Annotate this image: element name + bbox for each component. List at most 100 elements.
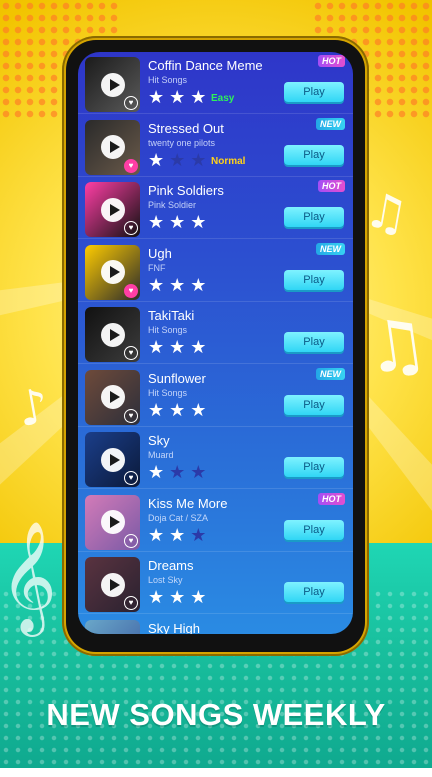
heart-icon[interactable]: ♥ [124, 533, 138, 548]
star-icon: ★ [148, 399, 165, 421]
play-button[interactable]: Play [284, 332, 344, 352]
song-row[interactable]: ♥ Sunflower Hit Songs ★ ★ ★ NEW Play [78, 365, 353, 427]
song-title: Dreams [148, 558, 194, 573]
difficulty-label: Normal [211, 155, 246, 167]
album-art[interactable] [85, 619, 140, 634]
star-icon: ★ [169, 337, 186, 358]
album-art[interactable]: ♥ [85, 557, 140, 612]
heart-icon[interactable]: ♥ [124, 96, 138, 110]
song-row[interactable]: Sky High [78, 615, 353, 634]
song-title: Coffin Dance Meme [148, 58, 263, 73]
star-icon: ★ [169, 587, 186, 608]
star-icon: ★ [190, 212, 207, 233]
song-artist: twenty one pilots [148, 137, 216, 148]
play-button[interactable]: Play [284, 519, 344, 540]
album-art[interactable]: ♥ [85, 494, 140, 550]
song-row[interactable]: ♥ Kiss Me More Doja Cat / SZA ★ ★ ★ HOT Play [78, 490, 353, 552]
song-row[interactable]: ♥ Sky Muard ★ ★ ★ Play [78, 427, 353, 489]
song-title: Sunflower [148, 370, 206, 386]
hot-badge: HOT [318, 492, 345, 505]
star-rating: ★ ★ ★ [148, 274, 211, 296]
song-title: TakiTaki [148, 308, 195, 323]
star-icon: ★ [169, 274, 186, 296]
play-button[interactable]: Play [284, 144, 344, 165]
heart-icon[interactable]: ♥ [124, 596, 138, 610]
play-icon[interactable] [100, 447, 125, 472]
song-artist: Lost Sky [148, 575, 183, 585]
star-icon: ★ [169, 399, 186, 421]
play-icon[interactable] [100, 510, 125, 534]
heart-icon[interactable]: ♥ [124, 158, 138, 173]
new-badge: NEW [316, 117, 345, 130]
song-row[interactable]: ♥ Coffin Dance Meme Hit Songs ★ ★ ★ Easy HOT Pla… [78, 52, 353, 114]
star-rating: ★ ★ ★ [148, 89, 211, 107]
song-row[interactable]: ♥ Dreams Lost Sky ★ ★ ★ Play [78, 552, 353, 614]
heart-icon[interactable]: ♥ [124, 221, 138, 235]
play-button[interactable]: Play [284, 457, 344, 477]
song-title: Ugh [148, 245, 172, 261]
song-list[interactable]: ♥ Coffin Dance Meme Hit Songs ★ ★ ★ Easy HOT Pla… [78, 52, 353, 634]
heart-icon[interactable]: ♥ [124, 471, 138, 485]
star-icon: ★ [190, 274, 207, 296]
album-art[interactable]: ♥ [85, 369, 140, 425]
star-rating: ★ ★ ★ [148, 339, 211, 357]
album-art[interactable]: ♥ [85, 244, 140, 300]
star-icon: ★ [169, 87, 186, 108]
hot-badge: HOT [318, 180, 345, 192]
hot-badge: HOT [318, 55, 345, 67]
star-icon: ★ [169, 524, 186, 546]
star-icon: ★ [148, 587, 165, 608]
star-icon: ★ [190, 149, 207, 171]
album-art[interactable]: ♥ [85, 307, 140, 362]
play-button[interactable]: Play [284, 207, 344, 227]
new-badge: NEW [316, 242, 345, 255]
star-icon: ★ [190, 462, 207, 483]
play-icon[interactable] [100, 260, 125, 284]
play-icon[interactable] [100, 322, 125, 347]
play-icon[interactable] [100, 72, 125, 97]
album-art[interactable]: ♥ [85, 432, 140, 487]
headline: NEW SONGS WEEKLY [46, 697, 386, 732]
song-title: Sky [148, 433, 170, 448]
star-rating: ★ ★ ★ [148, 399, 211, 421]
heart-icon[interactable]: ♥ [124, 408, 138, 423]
song-title: Stressed Out [148, 120, 224, 136]
song-artist: FNF [148, 262, 166, 273]
star-rating: ★ ★ ★ [148, 214, 211, 232]
song-row[interactable]: ♥ Stressed Out twenty one pilots ★ ★ ★ Normal N… [78, 115, 353, 177]
star-icon: ★ [190, 524, 207, 546]
album-art[interactable]: ♥ [85, 57, 140, 112]
play-button[interactable]: Play [284, 269, 344, 290]
song-artist: Doja Cat / SZA [148, 512, 209, 523]
star-icon: ★ [148, 524, 165, 546]
phone-frame: ♥ Coffin Dance Meme Hit Songs ★ ★ ★ Easy HOT Pla… [62, 36, 369, 656]
play-button[interactable]: Play [284, 82, 344, 102]
song-artist: Pink Soldier [148, 200, 197, 210]
song-row[interactable]: ♥ Ugh FNF ★ ★ ★ NEW Play [78, 240, 353, 302]
album-art[interactable]: ♥ [85, 119, 140, 175]
song-title: Pink Soldiers [148, 183, 224, 198]
song-title: Kiss Me More [148, 495, 228, 511]
album-art[interactable]: ♥ [85, 182, 140, 237]
heart-icon[interactable]: ♥ [124, 346, 138, 360]
play-button[interactable]: Play [284, 582, 344, 602]
music-note-icon: ♫ [359, 301, 432, 391]
song-row[interactable]: ♥ Pink Soldiers Pink Soldier ★ ★ ★ HOT Play [78, 177, 353, 239]
play-icon[interactable] [100, 197, 125, 222]
play-icon[interactable] [100, 135, 125, 159]
star-rating: ★ ★ ★ [148, 589, 211, 607]
star-icon: ★ [148, 462, 165, 483]
song-row[interactable]: ♥ TakiTaki Hit Songs ★ ★ ★ Play [78, 302, 353, 364]
treble-clef-icon: 𝄞 [0, 520, 57, 632]
heart-icon[interactable]: ♥ [124, 283, 138, 298]
play-icon[interactable] [100, 572, 125, 597]
star-rating: ★ ★ ★ [148, 464, 211, 482]
song-artist: Hit Songs [148, 75, 188, 85]
play-button[interactable]: Play [284, 394, 344, 415]
song-artist: Hit Songs [148, 325, 188, 335]
star-icon: ★ [148, 212, 165, 233]
star-icon: ★ [169, 149, 186, 171]
play-icon[interactable] [100, 385, 125, 409]
song-artist: Muard [148, 450, 174, 460]
star-icon: ★ [190, 337, 207, 358]
